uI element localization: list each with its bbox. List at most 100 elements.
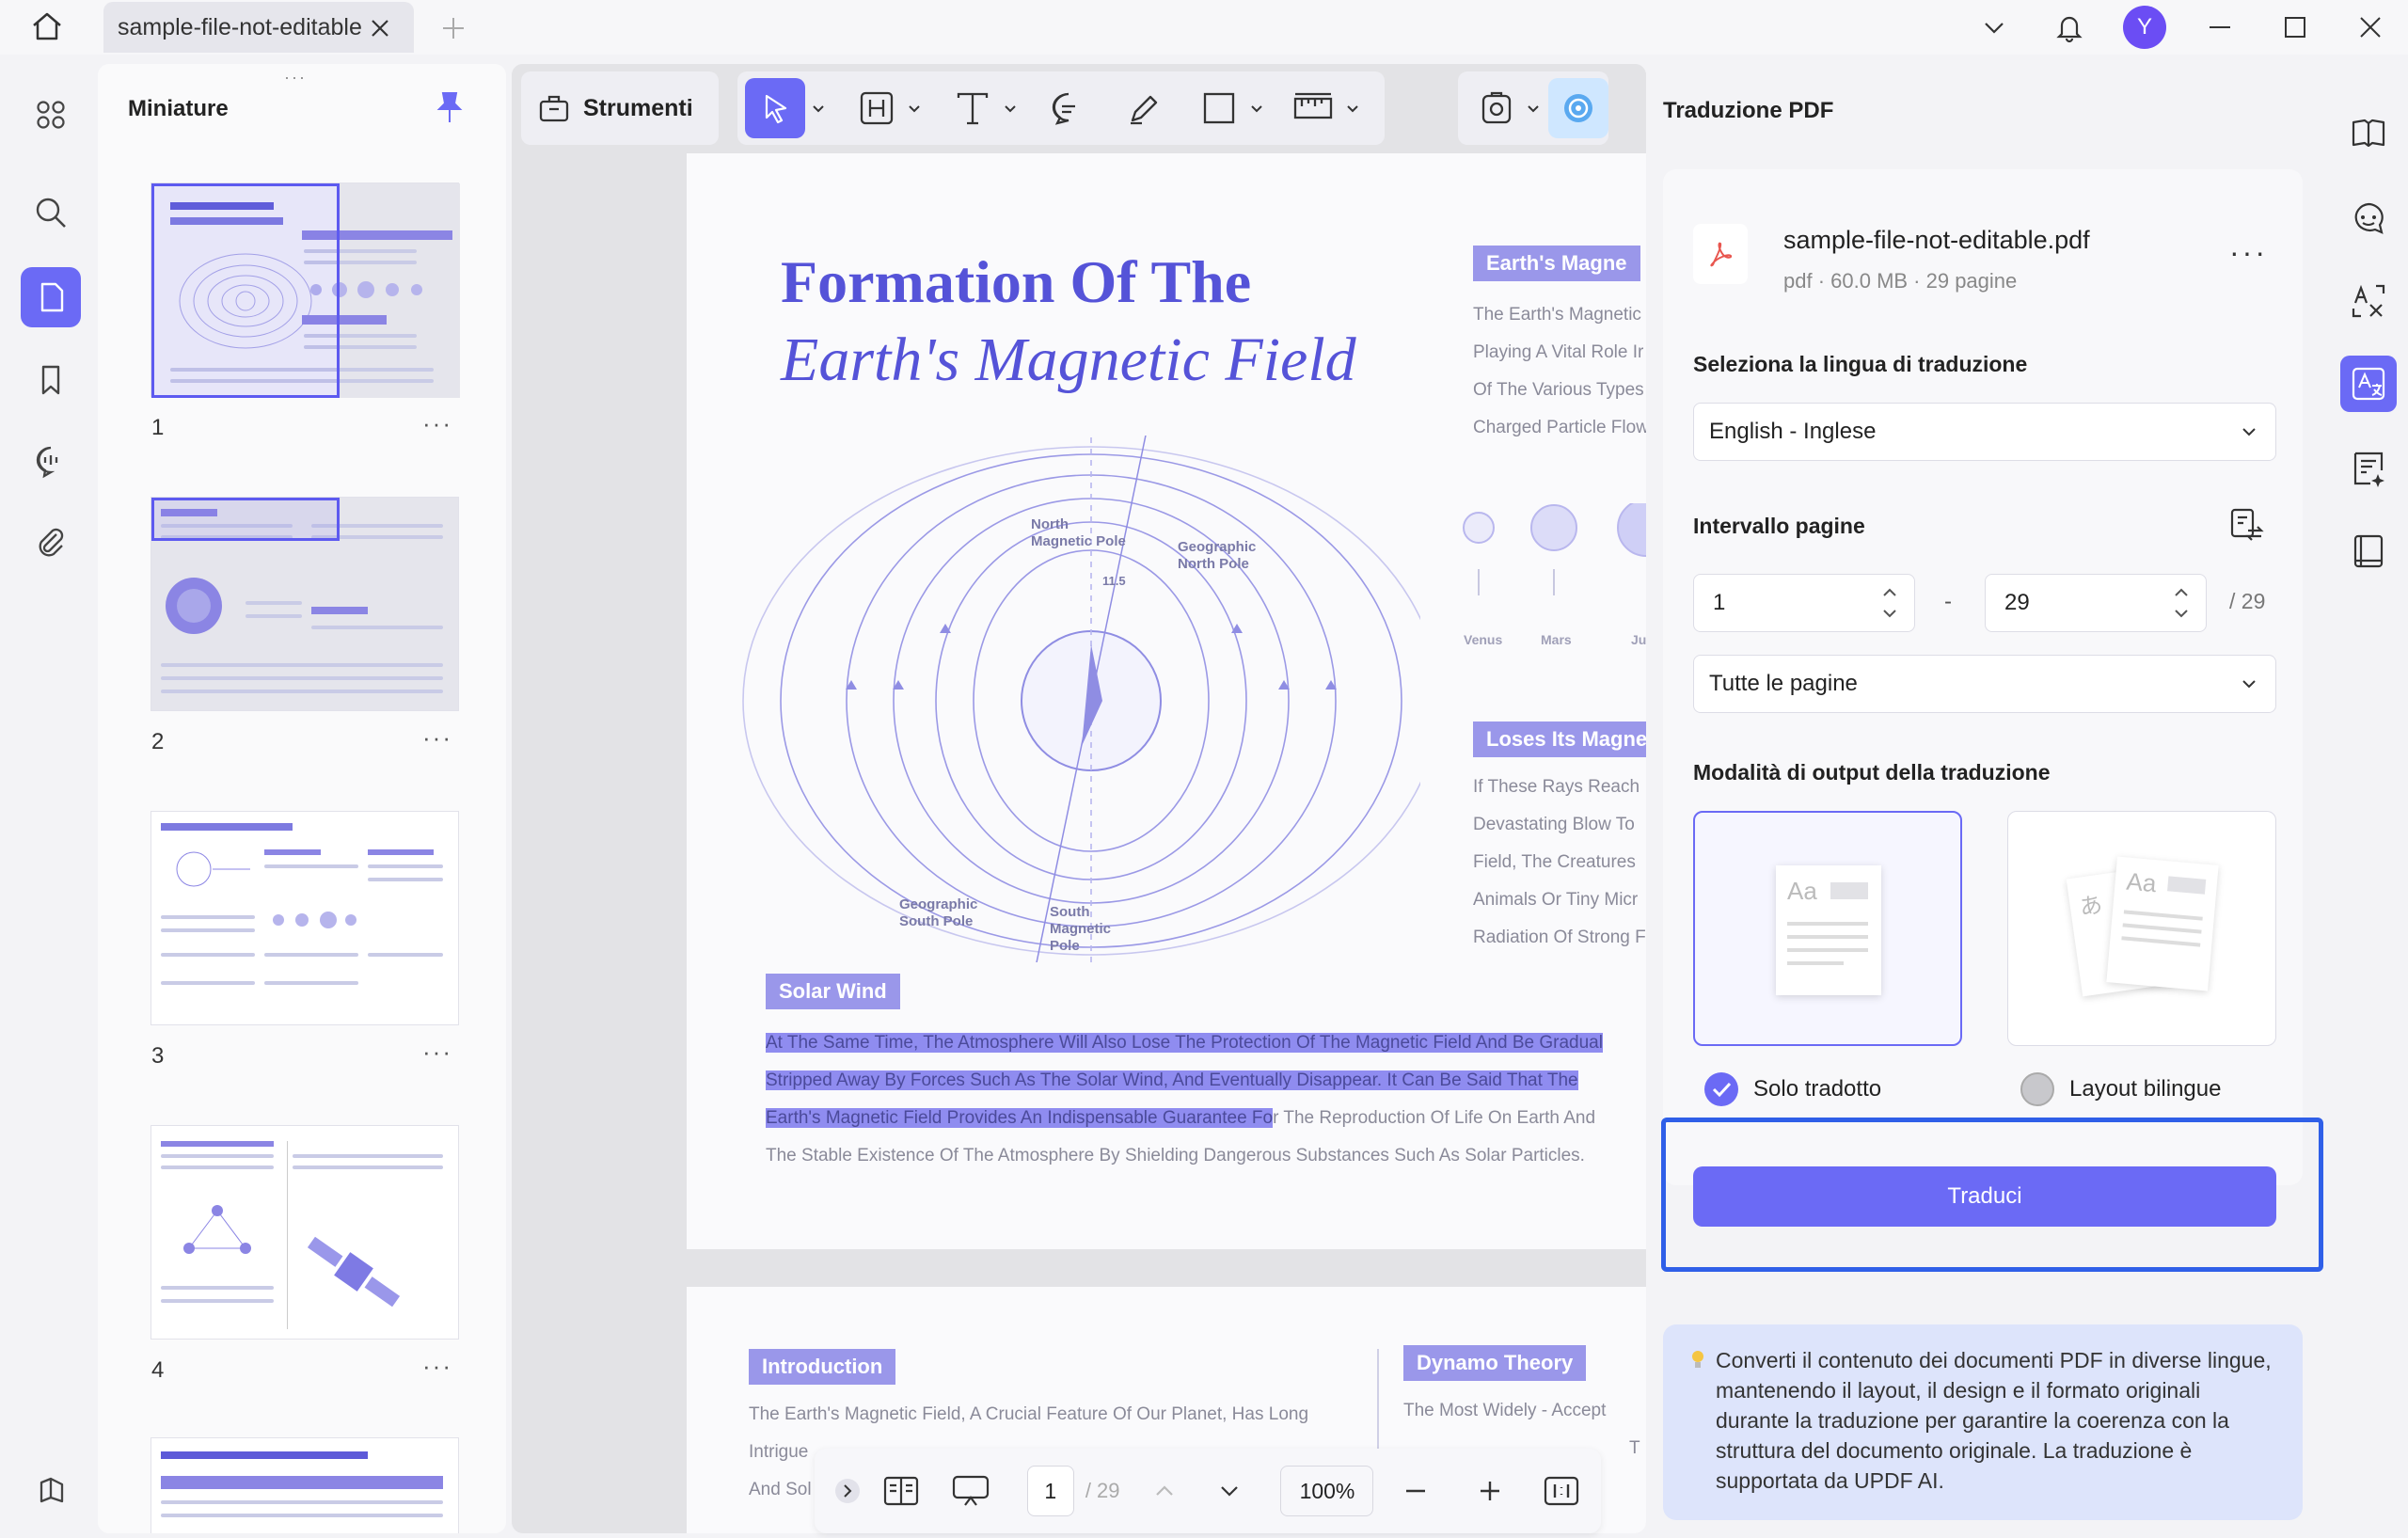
home-icon[interactable] [28,8,66,45]
document-tab[interactable]: sample-file-not-editable [103,2,414,53]
summarize-icon[interactable] [2340,440,2397,497]
stamp-group [1458,71,1608,145]
thumbnail-page-number: 4 [151,1357,165,1383]
range-from-input[interactable]: 1 [1693,574,1915,632]
chevron-down-icon[interactable] [1196,1463,1261,1519]
ai-icon[interactable] [1548,78,1608,138]
pin-icon[interactable] [431,88,468,126]
page-thumbnail-5[interactable] [150,1437,459,1533]
ocr-icon[interactable] [2340,273,2397,329]
pen-icon[interactable] [1125,89,1163,127]
layers-icon[interactable] [21,1460,81,1520]
comment-bubble-icon[interactable] [1050,89,1087,127]
chevron-down-icon[interactable] [811,101,826,116]
ai-chat-icon[interactable] [2340,190,2397,246]
range-mode-select[interactable]: Tutte le pagine [1693,655,2276,713]
side-text-block-1: The Earth's Magnetic Playing A Vital Rol… [1473,296,1646,447]
thumbnail-page-number: 2 [151,729,165,754]
translate-button[interactable]: Traduci [1693,1166,2276,1227]
chevron-down-icon [2240,674,2258,693]
reader-icon[interactable] [2340,523,2397,579]
chevron-down-icon[interactable] [1003,101,1018,116]
comment-icon[interactable] [21,431,81,491]
minimize-icon[interactable] [2182,0,2258,55]
mode-translated-only-label: Solo tradotto [1753,1076,1882,1102]
two-page-view-icon[interactable] [871,1463,932,1519]
range-to-value: 29 [2004,590,2030,615]
chevron-down-icon[interactable] [1526,101,1541,116]
chevron-down-icon[interactable] [1345,101,1360,116]
zoom-level[interactable]: 100% [1280,1466,1374,1516]
thumbnail-more-button[interactable]: ··· [422,723,452,753]
actual-size-icon[interactable] [1523,1463,1601,1519]
bell-icon[interactable] [2032,0,2107,55]
pages-icon[interactable] [21,267,81,327]
avatar[interactable]: Y [2107,0,2182,55]
zoom-out-icon[interactable] [1373,1463,1457,1519]
text-line: Field, The Creatures [1473,852,1636,872]
paperclip-icon[interactable] [21,512,81,572]
radio-bilingual[interactable] [2020,1072,2054,1106]
page-thumbnail-1[interactable]: 1 ··· [150,182,460,440]
ruler-icon[interactable] [1292,89,1334,127]
rectangle-icon[interactable] [1200,89,1238,127]
translate-icon[interactable] [2340,356,2397,412]
stepper-icon[interactable] [1880,582,1899,624]
zoom-in-icon[interactable] [1458,1463,1523,1519]
thumbnail-more-button[interactable]: ··· [422,409,452,438]
bookmark-icon[interactable] [21,350,81,410]
page-number-input[interactable]: 1 [1026,1466,1074,1516]
language-label: Seleziona la lingua di traduzione [1693,352,2028,376]
expand-icon[interactable] [824,1463,871,1519]
grid-icon[interactable] [21,85,81,145]
window-close-icon[interactable] [2333,0,2408,55]
language-value: English - Inglese [1709,419,1877,444]
page-thumbnail-4[interactable]: 4 ··· [150,1125,459,1383]
text-line: r The Reproduction Of Life On Earth And [1273,1108,1596,1128]
range-to-input[interactable]: 29 [1985,574,2207,632]
maximize-icon[interactable] [2258,0,2333,55]
page-range-label: Intervallo pagine [1693,514,1865,538]
diagram-label-geo-north: Geographic North Pole [1178,539,1257,572]
stamp-icon[interactable] [1479,90,1514,126]
chevron-down-icon[interactable] [1249,101,1264,116]
swap-icon[interactable] [2227,506,2265,544]
presentation-icon[interactable] [932,1463,1010,1519]
drag-handle[interactable]: ··· [284,68,307,87]
highlighted-text[interactable]: Stripped Away By Forces Such As The Sola… [766,1070,1578,1090]
thumbnail-panel-title: Miniature [128,96,229,121]
cursor-icon[interactable] [745,78,805,138]
text-icon[interactable] [954,89,991,127]
page-thumbnail-3[interactable]: 3 ··· [150,811,459,1069]
close-icon[interactable] [367,15,393,41]
tools-button[interactable]: Strumenti [521,71,719,145]
edit-tools-group [737,71,1385,145]
heading-icon[interactable] [858,89,895,127]
highlighted-text[interactable]: Earth's Magnetic Field Provides An Indis… [766,1108,1274,1128]
thumbnail-more-button[interactable]: ··· [422,1352,452,1381]
toolbox-icon [538,92,570,124]
planet-label: Ju [1631,632,1646,647]
stepper-icon[interactable] [2172,582,2191,624]
file-name: sample-file-not-editable.pdf [1783,226,2090,254]
book-icon[interactable] [2340,105,2397,162]
chevron-down-icon[interactable] [907,101,922,116]
mode-bilingual[interactable]: あ Aa [2007,811,2276,1046]
radio-translated-only[interactable] [1704,1072,1738,1106]
thumbnail-more-button[interactable]: ··· [422,1038,452,1067]
highlighted-text[interactable]: At The Same Time, The Atmosphere Will Al… [766,1033,1603,1053]
section-tag: Introduction [749,1349,896,1385]
info-box: Converti il contenuto dei documenti PDF … [1663,1324,2303,1520]
chevron-down-icon[interactable] [1956,0,2032,55]
avatar-letter: Y [2123,6,2166,49]
section-tag: Dynamo Theory [1403,1345,1587,1381]
file-more-button[interactable]: ··· [2229,235,2268,270]
chevron-up-icon[interactable] [1132,1463,1196,1519]
language-select[interactable]: English - Inglese [1693,403,2276,461]
document-title-line1: Formation Of The [781,248,1252,315]
mode-translated-only[interactable]: Aa [1693,811,1962,1046]
search-icon[interactable] [21,182,81,243]
page-thumbnail-2[interactable]: 2 ··· [150,497,459,754]
plus-icon[interactable] [435,9,472,47]
pdf-file-icon [1693,224,1748,284]
